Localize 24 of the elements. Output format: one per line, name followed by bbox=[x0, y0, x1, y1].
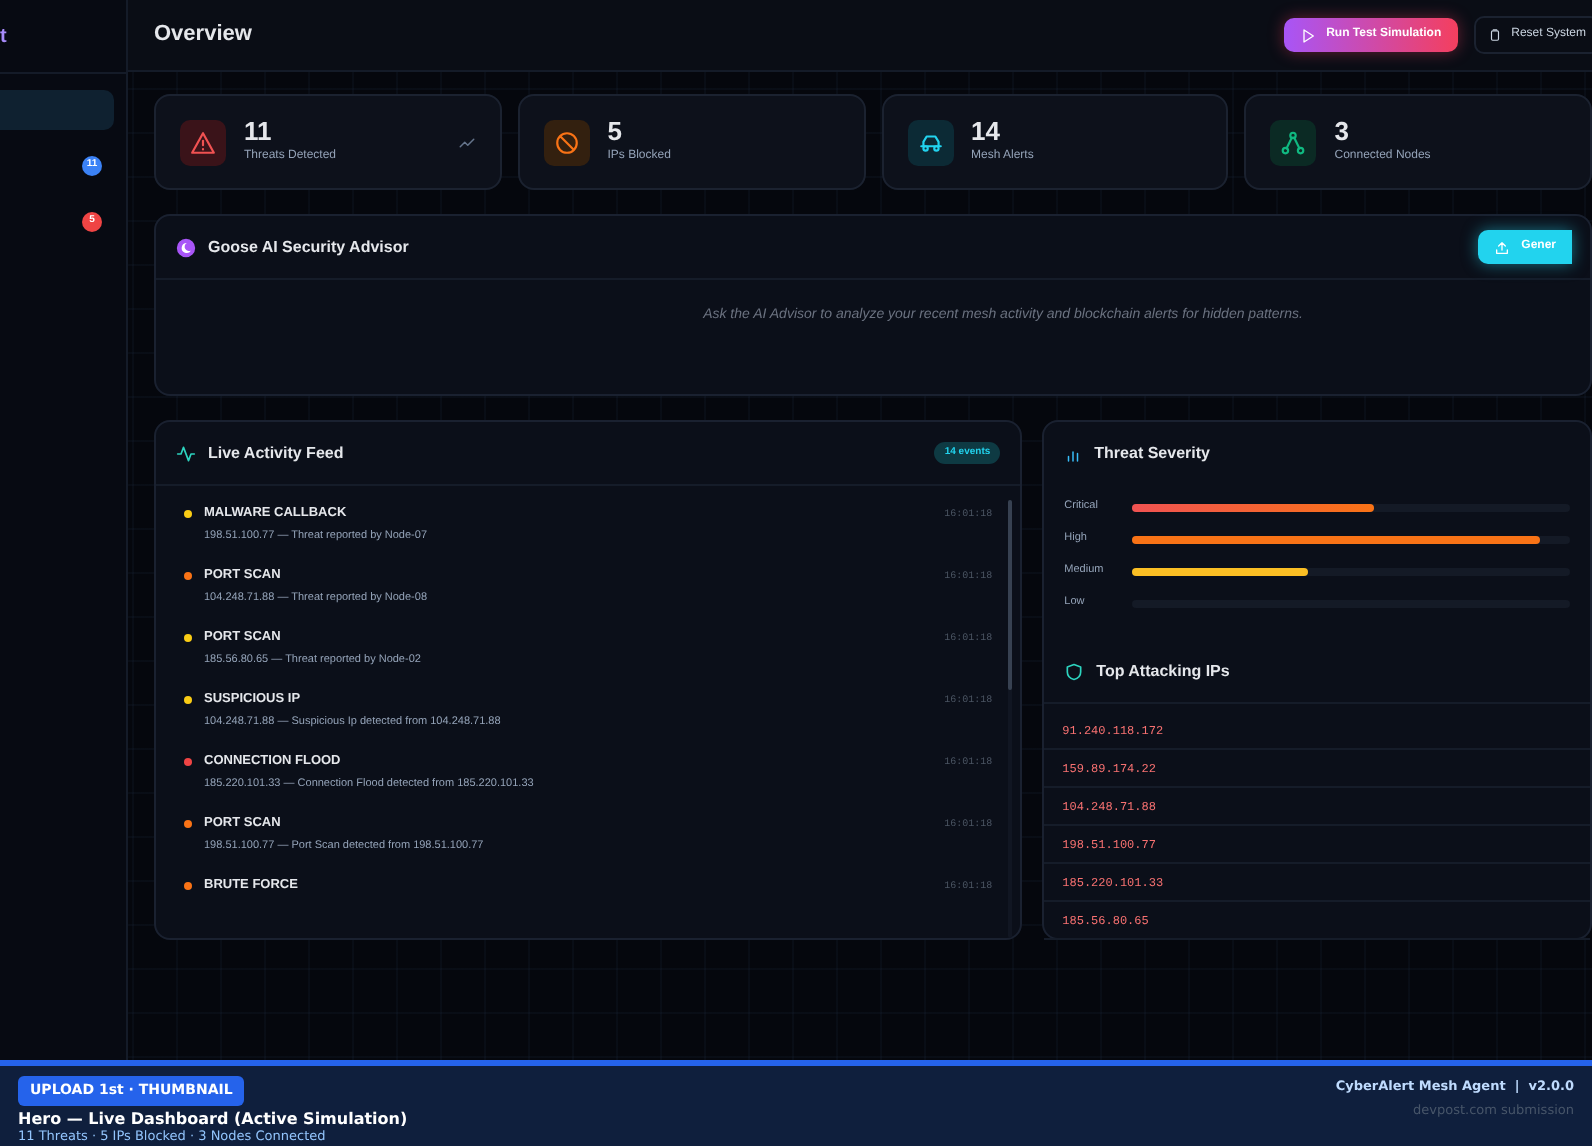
panel-title: Top Attacking IPs bbox=[1096, 659, 1230, 683]
play-icon bbox=[1300, 27, 1317, 43]
stat-value: 5 bbox=[607, 118, 624, 144]
bar-chart-icon bbox=[1064, 445, 1083, 463]
trash-icon bbox=[1487, 28, 1502, 42]
car-icon bbox=[917, 129, 943, 155]
panel-title: Threat Severity bbox=[1094, 442, 1210, 466]
brand-text: t bbox=[0, 23, 7, 51]
stat-value: 3 bbox=[1334, 118, 1351, 144]
warning-icon bbox=[190, 129, 216, 155]
panel-title: Goose AI Security Advisor bbox=[208, 235, 409, 259]
sidebar-item[interactable] bbox=[0, 90, 114, 130]
page-title: Overview bbox=[154, 21, 254, 49]
network-icon bbox=[1280, 129, 1307, 155]
pulse-icon bbox=[176, 443, 196, 463]
blocked-icon bbox=[553, 129, 580, 155]
upload-icon bbox=[1493, 239, 1510, 255]
stat-value: 14 bbox=[971, 118, 1002, 144]
caption-title: Hero — Live Dashboard (Active Simulation) bbox=[18, 1111, 408, 1127]
panel-title: Live Activity Feed bbox=[208, 441, 344, 465]
shield-icon bbox=[1064, 661, 1085, 681]
moon-icon bbox=[176, 237, 196, 257]
scrollbar-thumb[interactable] bbox=[1008, 500, 1013, 690]
stat-value: 11 bbox=[244, 118, 274, 144]
